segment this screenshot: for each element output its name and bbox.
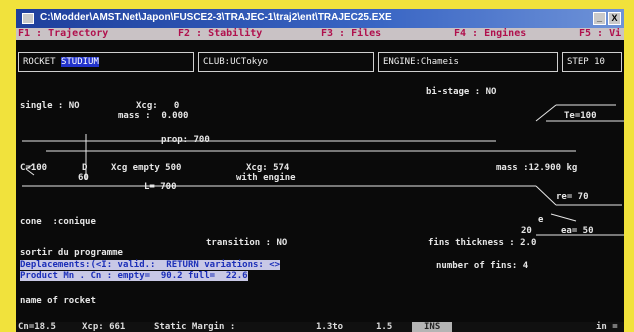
xcg-empty-label: Xcg empty 500 xyxy=(111,163,182,173)
fin-upper-edge xyxy=(535,104,557,122)
cm-label: C=100 xyxy=(20,163,48,173)
bi-stage-label: bi-stage : NO xyxy=(426,87,497,97)
status-cn: Cn=18.5 xyxy=(18,322,56,332)
re-label: re= 70 xyxy=(556,192,589,202)
cone-label: cone :conique xyxy=(20,217,96,227)
d-value: 60 xyxy=(78,173,89,183)
status-value-2: 1.5 xyxy=(376,322,393,332)
status-xcp: Xcp: 661 xyxy=(82,322,126,332)
status-value-1: 1.3to xyxy=(316,322,344,332)
fins-thickness-label: fins thickness : 2.0 xyxy=(428,238,537,248)
status-right: in = xyxy=(596,322,618,332)
xcg-label: Xcg: 0 xyxy=(136,101,180,111)
e-value: 20 xyxy=(521,226,532,236)
length-label: L= 700 xyxy=(144,182,177,192)
xcg-engine-label: Xcg: 574 xyxy=(246,163,290,173)
exit-program-link[interactable]: sortir du programme xyxy=(20,248,123,258)
mass-total-label: mass :12.900 kg xyxy=(496,163,578,173)
transition-label: transition : NO xyxy=(206,238,288,248)
fin-tip-line xyxy=(550,213,577,222)
fin-lower-edge xyxy=(535,185,557,206)
te-label: Te=100 xyxy=(564,111,597,121)
e-label: e xyxy=(538,215,544,225)
prop-length: prop: 700 xyxy=(161,135,210,145)
number-of-fins-label: number of fins: 4 xyxy=(436,261,529,271)
ea-label: ea= 50 xyxy=(561,226,594,236)
status-static-margin: Static Margin : xyxy=(154,322,236,332)
name-of-rocket-label: name of rocket xyxy=(20,296,96,306)
status-bar: Cn=18.5 Xcp: 661 Static Margin : 1.3to 1… xyxy=(16,322,624,332)
product-values: Product Mn . Cn : empty= 90.2 full= 22.6 xyxy=(20,271,248,281)
with-engine-label: with engine xyxy=(236,173,296,183)
deplacements-help: Deplacements:(<I: valid.: RETURN variati… xyxy=(20,260,281,270)
application-window: C:\Modder\AMST.Net\Japon\FUSCE2-3\TRAJEC… xyxy=(16,9,624,332)
d-label: D xyxy=(82,163,88,173)
single-stage-label: single : NO xyxy=(20,101,80,111)
insert-mode-indicator: INS xyxy=(412,322,453,332)
mass-label: mass : 0.000 xyxy=(118,111,189,121)
